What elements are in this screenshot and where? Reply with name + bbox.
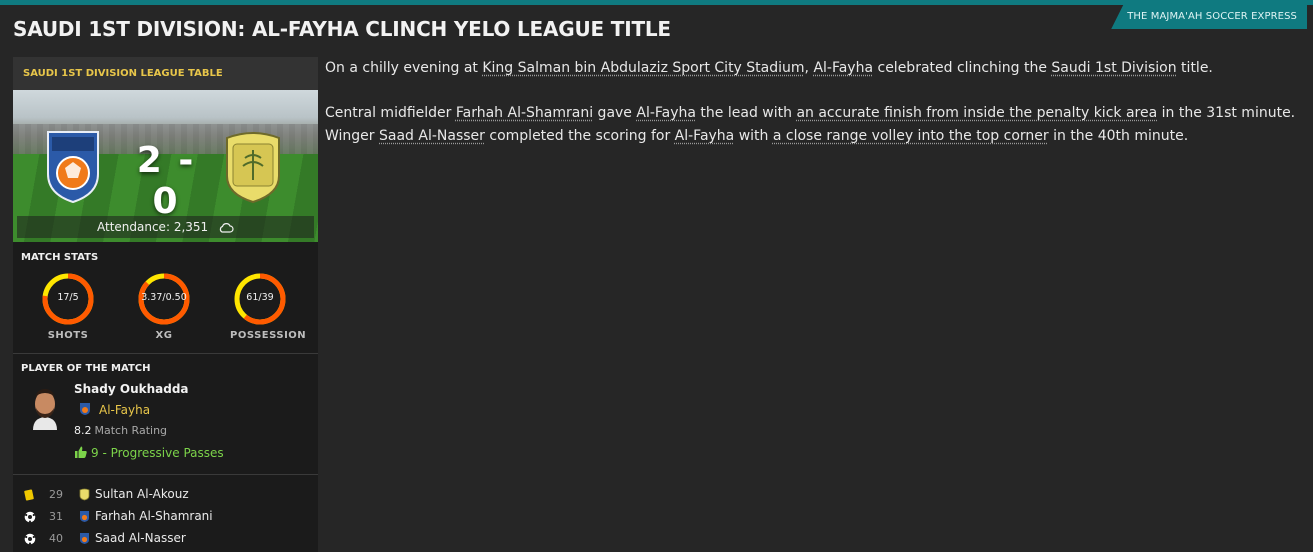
article-text: in the 31st minute. (1157, 105, 1296, 121)
score-separator: - (178, 140, 196, 181)
potm-club-name: Al-Fayha (99, 403, 151, 417)
article-text: with (734, 127, 773, 144)
potm-key-stat: 9 - Progressive Passes (74, 446, 224, 460)
player-face-icon[interactable] (25, 384, 65, 430)
xg-gauge[interactable]: 3.37/0.50 XG (134, 272, 194, 341)
club-link[interactable]: Al-Fayha (675, 128, 735, 144)
stadium-link[interactable]: King Salman bin Abdulaziz Sport City Sta… (482, 60, 804, 76)
potm-rating: 8.2 Match Rating (74, 424, 167, 437)
potm-player-name[interactable]: Shady Oukhadda (74, 382, 189, 396)
competition-link[interactable]: Saudi 1st Division (1051, 60, 1176, 76)
goal-ball-icon (24, 533, 36, 545)
shots-gauge[interactable]: 17/5 SHOTS (38, 272, 98, 341)
match-banner: 2 - 0 Attendance: 2,351 (13, 90, 318, 242)
potm-rating-label: Match Rating (94, 424, 168, 437)
potm-stat-text: 9 - Progressive Passes (91, 446, 224, 460)
goal-description-link[interactable]: an accurate finish from inside the penal… (796, 105, 1157, 121)
article-text: Winger (325, 127, 380, 144)
player-of-the-match: PLAYER OF THE MATCH Shady Oukhadda Al-Fa… (13, 354, 318, 475)
club-link[interactable]: Al-Fayha (813, 60, 873, 76)
event-minute: 29 (49, 488, 63, 501)
article-text: in the 40th minute. (1048, 127, 1189, 144)
club-link[interactable]: Al-Fayha (636, 105, 696, 121)
article-text: Central midfielder (325, 105, 456, 121)
match-stats: MATCH STATS 17/5 SHOTS 3.37/0.50 XG 61/3… (13, 242, 318, 354)
shots-value: 17/5 (57, 292, 79, 303)
home-score: 2 (136, 140, 164, 181)
xg-label: XG (155, 330, 173, 341)
thumbs-up-icon (75, 446, 87, 458)
possession-value: 61/39 (246, 292, 274, 303)
event-minute: 31 (49, 510, 63, 523)
player-link[interactable]: Farhah Al-Shamrani (456, 105, 593, 121)
shots-label: SHOTS (47, 330, 89, 341)
article-body: On a chilly evening at King Salman bin A… (325, 57, 1300, 170)
attendance-bar: Attendance: 2,351 (17, 216, 314, 238)
article-paragraph-2: Central midfielder Farhah Al-Shamrani ga… (325, 102, 1300, 147)
xg-value: 3.37/0.50 (141, 292, 187, 303)
event-row: 29 Sultan Al-Akouz (13, 485, 318, 505)
goal-description-link[interactable]: a close range volley into the top corner (773, 128, 1049, 144)
article-paragraph-1: On a chilly evening at King Salman bin A… (325, 57, 1300, 80)
article-headline: SAUDI 1ST DIVISION: AL-FAYHA CLINCH YELO… (13, 17, 671, 41)
yellow-card-icon (24, 489, 34, 501)
article-text: completed the scoring for (484, 127, 675, 144)
match-stats-title: MATCH STATS (21, 252, 99, 263)
event-player[interactable]: Farhah Al-Shamrani (95, 509, 213, 523)
publication-tag: THE MAJMA'AH SOCCER EXPRESS (1111, 5, 1307, 29)
attendance-label: Attendance: (96, 220, 170, 234)
al-fayha-mini-crest-icon (80, 533, 89, 544)
al-fayha-crest-icon[interactable] (43, 128, 103, 204)
potm-title: PLAYER OF THE MATCH (21, 363, 151, 374)
opponent-mini-crest-icon (79, 488, 90, 501)
league-table-link[interactable]: SAUDI 1ST DIVISION LEAGUE TABLE (13, 57, 318, 90)
event-row: 40 Saad Al-Nasser (13, 529, 318, 549)
cloud-icon (219, 223, 234, 233)
goal-ball-icon (24, 511, 36, 523)
article-text: the lead with (695, 105, 797, 121)
final-score: 2 - 0 (123, 140, 209, 222)
article-text: celebrated clinching the (873, 60, 1052, 76)
al-fayha-mini-crest-icon (80, 511, 89, 522)
article-text: title. (1176, 60, 1213, 76)
match-sidebar: SAUDI 1ST DIVISION LEAGUE TABLE 2 - 0 At… (13, 57, 318, 552)
article-text: gave (593, 105, 637, 121)
potm-club-link[interactable]: Al-Fayha (79, 402, 150, 417)
potm-rating-value: 8.2 (74, 424, 92, 437)
event-row: 31 Farhah Al-Shamrani (13, 507, 318, 527)
event-minute: 40 (49, 532, 63, 545)
player-link[interactable]: Saad Al-Nasser (379, 128, 485, 144)
possession-gauge[interactable]: 61/39 POSSESSION (230, 272, 307, 341)
event-player[interactable]: Sultan Al-Akouz (95, 487, 189, 501)
article-text: On a chilly evening at (325, 60, 483, 76)
attendance-value: 2,351 (173, 220, 209, 234)
possession-label: POSSESSION (230, 330, 307, 341)
al-fayha-mini-crest-icon (80, 403, 90, 415)
top-accent-bar (0, 0, 1313, 5)
opponent-crest-icon[interactable] (223, 128, 283, 204)
event-player[interactable]: Saad Al-Nasser (95, 531, 186, 545)
